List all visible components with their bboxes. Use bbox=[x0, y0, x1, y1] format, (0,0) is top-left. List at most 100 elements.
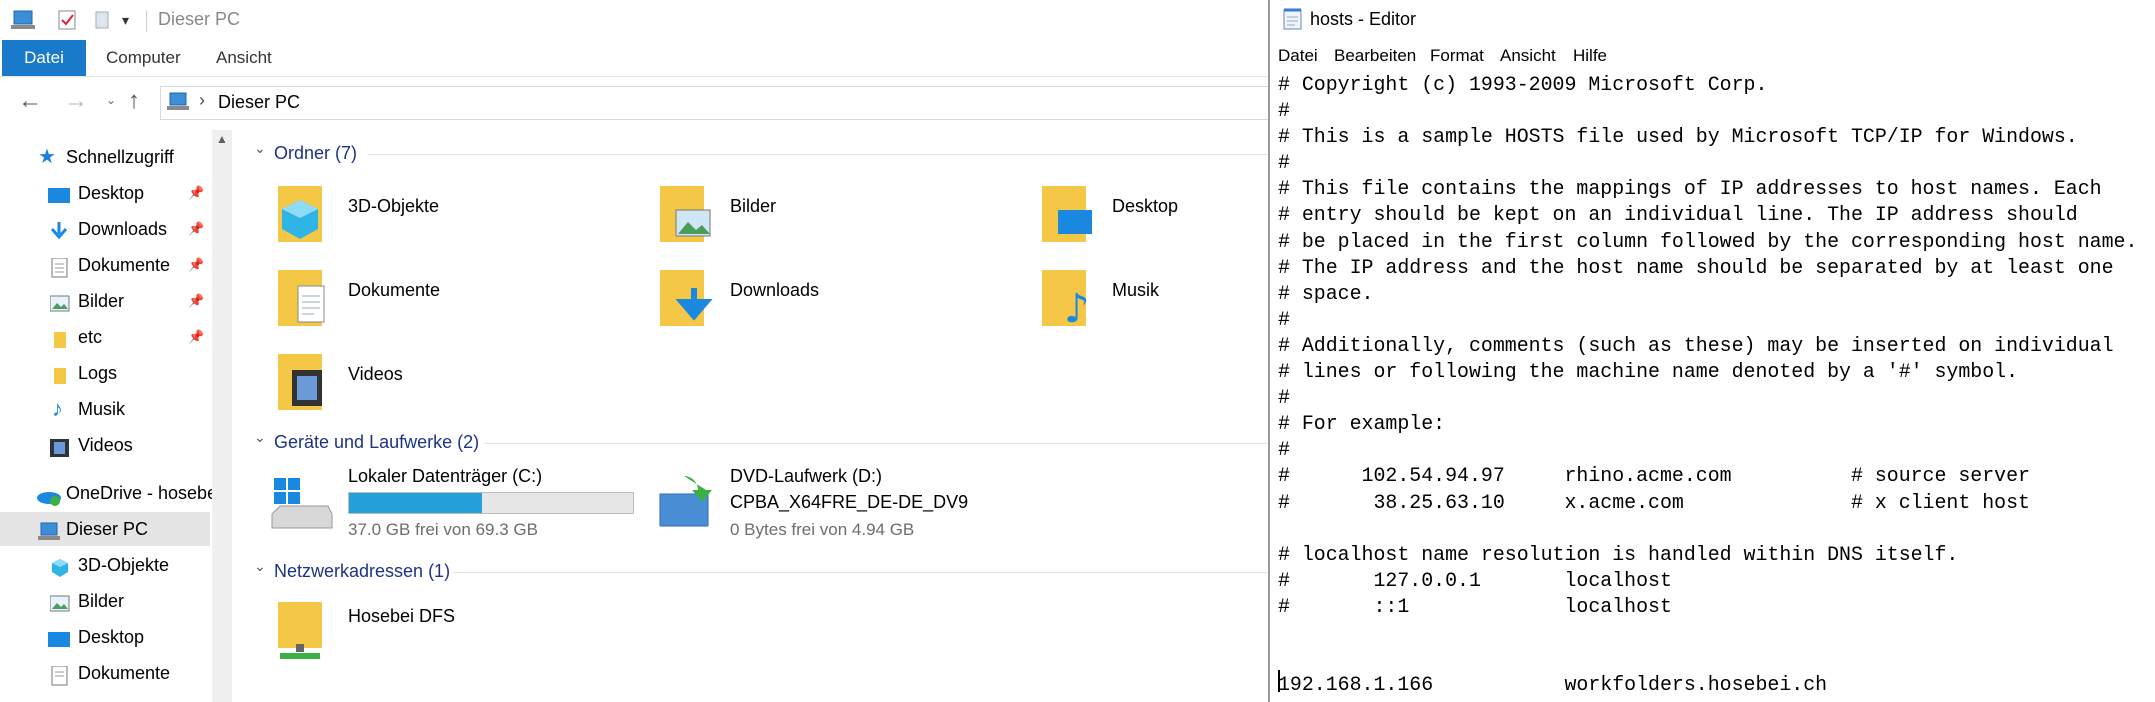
nav-item-downloads[interactable]: Downloads 📌 bbox=[0, 212, 210, 246]
drive-c-usage-fill bbox=[349, 493, 483, 513]
nav-item-schnellzugriff[interactable]: ★ Schnellzugriff bbox=[0, 140, 210, 174]
folder-desktop-icon bbox=[1040, 180, 1094, 246]
properties-icon[interactable] bbox=[58, 9, 78, 31]
back-arrow-icon[interactable]: ← bbox=[18, 87, 42, 115]
explorer-titlebar: ▾ Dieser PC bbox=[0, 0, 1268, 40]
editor-line: # 38.25.63.10 x.acme.com # x client host bbox=[1278, 490, 2030, 514]
folder-musik[interactable]: ♪ Musik bbox=[998, 264, 1268, 340]
network-location-hosebei-dfs[interactable]: Hosebei DFS bbox=[234, 600, 564, 676]
folder-music-icon: ♪ bbox=[1040, 264, 1094, 332]
forward-arrow-icon[interactable]: → bbox=[64, 87, 88, 115]
folder-videos[interactable]: Videos bbox=[234, 348, 564, 424]
group-header-drives[interactable]: Geräte und Laufwerke (2) bbox=[274, 429, 479, 455]
picture-icon bbox=[49, 591, 72, 612]
titlebar-separator bbox=[146, 10, 147, 32]
nav-item-dieser-pc[interactable]: Dieser PC bbox=[0, 512, 210, 546]
group-header-folders[interactable]: Ordner (7) bbox=[274, 140, 357, 166]
network-folder-icon bbox=[276, 600, 330, 666]
ribbon-tab-computer[interactable]: Computer bbox=[86, 40, 201, 76]
group-divider bbox=[454, 572, 1268, 573]
nav-item-etc[interactable]: etc 📌 bbox=[0, 320, 210, 354]
editor-line: # lines or following the machine name de… bbox=[1278, 360, 2019, 384]
address-path: Dieser PC bbox=[218, 92, 301, 112]
editor-line: # bbox=[1278, 438, 1290, 462]
pin-icon[interactable]: 📌 bbox=[188, 320, 204, 354]
folder-bilder[interactable]: Bilder bbox=[616, 180, 946, 256]
svg-text:♪: ♪ bbox=[1064, 286, 1090, 330]
windows-drive-icon bbox=[270, 474, 334, 534]
desktop-icon bbox=[48, 627, 70, 647]
drive-c[interactable]: Lokaler Datenträger (C:) 37.0 GB frei vo… bbox=[234, 466, 634, 546]
navigation-scrollbar[interactable]: ▲ bbox=[212, 130, 232, 702]
new-folder-icon[interactable] bbox=[94, 9, 110, 31]
customize-dropdown-icon[interactable]: ▾ bbox=[122, 12, 129, 29]
editor-text-area[interactable]: # Copyright (c) 1993-2009 Microsoft Corp… bbox=[1278, 72, 2153, 702]
menu-datei[interactable]: Datei bbox=[1278, 40, 1318, 72]
navigation-pane: ★ Schnellzugriff Desktop 📌 Downloads 📌 D… bbox=[0, 130, 212, 702]
editor-line: # ::1 localhost bbox=[1278, 594, 1672, 618]
folder-icon bbox=[54, 363, 76, 384]
ribbon-tab-datei[interactable]: Datei bbox=[2, 40, 86, 76]
pin-icon[interactable]: 📌 bbox=[188, 212, 204, 246]
cube-icon bbox=[50, 555, 72, 577]
nav-item-desktop[interactable]: Desktop 📌 bbox=[0, 176, 210, 210]
chevron-right-icon[interactable]: › bbox=[199, 90, 205, 111]
scroll-up-icon[interactable]: ▲ bbox=[216, 132, 228, 146]
group-header-network[interactable]: Netzwerkadressen (1) bbox=[274, 558, 450, 584]
desktop-icon bbox=[48, 183, 70, 203]
editor-line: # Copyright (c) 1993-2009 Microsoft Corp… bbox=[1278, 73, 1768, 96]
editor-menubar: Datei Bearbeiten Format Ansicht Hilfe bbox=[1270, 40, 2155, 72]
editor-line: # entry should be kept on an individual … bbox=[1278, 203, 2078, 227]
menu-format[interactable]: Format bbox=[1430, 40, 1484, 72]
address-input[interactable]: › Dieser PC bbox=[160, 86, 1268, 120]
up-arrow-icon[interactable]: ↑ bbox=[128, 87, 140, 115]
menu-ansicht[interactable]: Ansicht bbox=[1500, 40, 1556, 72]
window-title: Dieser PC bbox=[158, 9, 241, 29]
nav-item-dokumente-pc[interactable]: Dokumente bbox=[0, 656, 210, 690]
collapse-chevron-icon[interactable]: ⌄ bbox=[254, 140, 266, 157]
nav-item-onedrive[interactable]: OneDrive - hosebei bbox=[0, 476, 212, 510]
computer-icon bbox=[10, 9, 38, 31]
editor-line: # 127.0.0.1 localhost bbox=[1278, 568, 1672, 592]
nav-item-musik[interactable]: ♪ Musik bbox=[0, 392, 210, 426]
editor-line: # bbox=[1278, 307, 1290, 331]
folder-downloads[interactable]: Downloads bbox=[616, 264, 946, 340]
nav-item-3d-objekte[interactable]: 3D-Objekte bbox=[0, 548, 210, 582]
folder-desktop[interactable]: Desktop bbox=[998, 180, 1268, 256]
nav-item-desktop-pc[interactable]: Desktop bbox=[0, 620, 210, 654]
nav-item-logs[interactable]: Logs bbox=[0, 356, 210, 390]
music-note-icon: ♪ bbox=[52, 396, 63, 421]
folder-dokumente[interactable]: Dokumente bbox=[234, 264, 564, 340]
menu-hilfe[interactable]: Hilfe bbox=[1573, 40, 1607, 72]
folder-pictures-icon bbox=[658, 180, 712, 246]
drive-d[interactable]: DVD-Laufwerk (D:) CPBA_X64FRE_DE-DE_DV9 … bbox=[616, 466, 1016, 546]
nav-item-dokumente[interactable]: Dokumente 📌 bbox=[0, 248, 210, 282]
computer-icon bbox=[38, 519, 60, 540]
pin-icon[interactable]: 📌 bbox=[188, 284, 204, 318]
nav-item-bilder-pc[interactable]: Bilder bbox=[0, 584, 210, 618]
menu-bearbeiten[interactable]: Bearbeiten bbox=[1334, 40, 1416, 72]
ribbon-tabs: Datei Computer Ansicht bbox=[0, 40, 1268, 77]
editor-line: 192.168.1.166 workfolders.hosebei.ch bbox=[1278, 673, 1828, 697]
pin-icon[interactable]: 📌 bbox=[188, 248, 204, 282]
document-icon bbox=[50, 255, 72, 278]
dvd-drive-icon bbox=[658, 474, 712, 530]
collapse-chevron-icon[interactable]: ⌄ bbox=[254, 558, 266, 575]
collapse-chevron-icon[interactable]: ⌄ bbox=[254, 429, 266, 446]
content-pane: ⌄ Ordner (7) 3D-Objekte Bilder Desktop D… bbox=[234, 130, 1268, 702]
ribbon-tab-ansicht[interactable]: Ansicht bbox=[196, 40, 292, 76]
nav-item-videos[interactable]: Videos bbox=[0, 428, 210, 462]
nav-item-bilder[interactable]: Bilder 📌 bbox=[0, 284, 210, 318]
address-bar-row: ← → ⌄ ↑ › Dieser PC bbox=[0, 77, 1268, 127]
folder-videos-icon bbox=[276, 348, 330, 414]
editor-line: # The IP address and the host name shoul… bbox=[1278, 255, 2114, 279]
editor-line: # This is a sample HOSTS file used by Mi… bbox=[1278, 125, 2078, 149]
folder-3d-objekte[interactable]: 3D-Objekte bbox=[234, 180, 564, 256]
pin-icon[interactable]: 📌 bbox=[188, 176, 204, 210]
folder-downloads-icon bbox=[658, 264, 713, 330]
recent-locations-icon[interactable]: ⌄ bbox=[106, 93, 116, 107]
folder-icon bbox=[54, 327, 76, 348]
picture-icon bbox=[49, 291, 72, 312]
